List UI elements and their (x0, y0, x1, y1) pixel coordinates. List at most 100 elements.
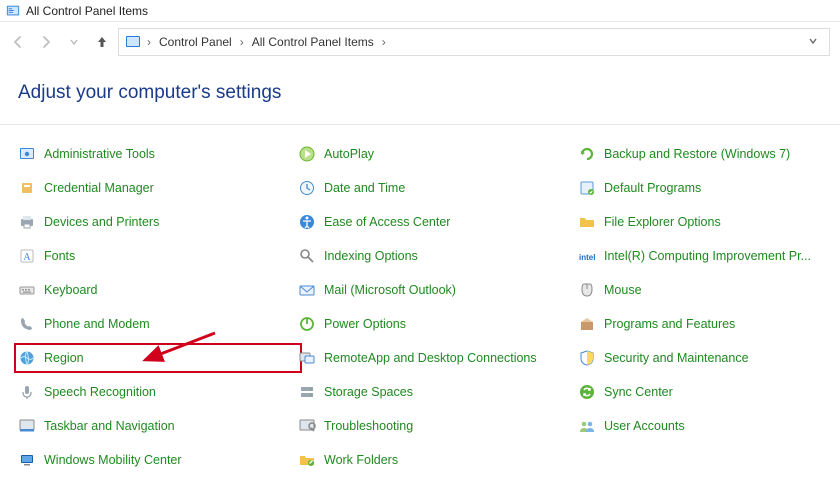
item-label: Storage Spaces (324, 385, 413, 399)
chevron-right-icon[interactable]: › (145, 35, 153, 49)
item-file-explorer-options[interactable]: File Explorer Options (578, 211, 840, 233)
item-label: File Explorer Options (604, 215, 721, 229)
item-label: Keyboard (44, 283, 98, 297)
item-label: Backup and Restore (Windows 7) (604, 147, 790, 161)
breadcrumb-root[interactable]: Control Panel (153, 35, 238, 49)
forward-button[interactable] (34, 30, 58, 54)
address-bar[interactable]: › Control Panel › All Control Panel Item… (118, 28, 830, 56)
backup-icon (578, 145, 596, 163)
item-region[interactable]: Region (14, 343, 302, 373)
item-work-folders[interactable]: Work Folders (298, 449, 578, 471)
mail-icon (298, 281, 316, 299)
phone-icon (18, 315, 36, 333)
breadcrumb-current[interactable]: All Control Panel Items (246, 35, 380, 49)
item-user-accounts[interactable]: User Accounts (578, 415, 840, 437)
defaultprog-icon (578, 179, 596, 197)
item-windows-mobility-center[interactable]: Windows Mobility Center (18, 449, 298, 471)
fileexp-icon (578, 213, 596, 231)
speech-icon (18, 383, 36, 401)
window-title: All Control Panel Items (26, 4, 148, 18)
item-label: Power Options (324, 317, 406, 331)
item-label: Devices and Printers (44, 215, 159, 229)
item-label: User Accounts (604, 419, 685, 433)
taskbar-icon (18, 417, 36, 435)
item-ease-of-access[interactable]: Ease of Access Center (298, 211, 578, 233)
item-label: Fonts (44, 249, 75, 263)
items-grid: Administrative Tools AutoPlay Backup and… (0, 137, 840, 477)
indexing-icon (298, 247, 316, 265)
programs-icon (578, 315, 596, 333)
item-fonts[interactable]: A Fonts (18, 245, 298, 267)
item-storage-spaces[interactable]: Storage Spaces (298, 381, 578, 403)
item-label: Security and Maintenance (604, 351, 749, 365)
item-label: RemoteApp and Desktop Connections (324, 351, 537, 365)
workfolders-icon (298, 451, 316, 469)
item-label: Region (44, 351, 84, 365)
item-security-and-maintenance[interactable]: Security and Maintenance (578, 347, 840, 369)
page-heading: Adjust your computer's settings (0, 62, 840, 124)
address-dropdown[interactable] (799, 35, 827, 50)
back-button[interactable] (6, 30, 30, 54)
mouse-icon (578, 281, 596, 299)
item-label: Taskbar and Navigation (44, 419, 175, 433)
item-keyboard[interactable]: Keyboard (18, 279, 298, 301)
item-credential-manager[interactable]: Credential Manager (18, 177, 298, 199)
item-devices-and-printers[interactable]: Devices and Printers (18, 211, 298, 233)
item-label: Work Folders (324, 453, 398, 467)
credential-icon (18, 179, 36, 197)
item-label: Ease of Access Center (324, 215, 450, 229)
item-label: Mouse (604, 283, 642, 297)
item-power-options[interactable]: Power Options (298, 313, 578, 335)
item-label: Troubleshooting (324, 419, 413, 433)
item-administrative-tools[interactable]: Administrative Tools (18, 143, 298, 165)
sync-icon (578, 383, 596, 401)
recent-dropdown[interactable] (62, 30, 86, 54)
item-label: Indexing Options (324, 249, 418, 263)
item-label: Sync Center (604, 385, 673, 399)
keyboard-icon (18, 281, 36, 299)
chevron-right-icon[interactable]: › (238, 35, 246, 49)
item-speech-recognition[interactable]: Speech Recognition (18, 381, 298, 403)
item-troubleshooting[interactable]: Troubleshooting (298, 415, 578, 437)
up-button[interactable] (90, 30, 114, 54)
control-panel-icon (6, 4, 20, 18)
item-sync-center[interactable]: Sync Center (578, 381, 840, 403)
titlebar: All Control Panel Items (0, 0, 840, 22)
item-label: Mail (Microsoft Outlook) (324, 283, 456, 297)
item-mouse[interactable]: Mouse (578, 279, 840, 301)
item-taskbar-and-navigation[interactable]: Taskbar and Navigation (18, 415, 298, 437)
ease-icon (298, 213, 316, 231)
divider (0, 124, 840, 125)
item-label: Credential Manager (44, 181, 154, 195)
storage-icon (298, 383, 316, 401)
admin-tools-icon (18, 145, 36, 163)
navigation-bar: › Control Panel › All Control Panel Item… (0, 22, 840, 62)
item-remoteapp[interactable]: RemoteApp and Desktop Connections (298, 347, 578, 369)
item-phone-and-modem[interactable]: Phone and Modem (18, 313, 298, 335)
svg-text:A: A (23, 252, 31, 263)
fonts-icon: A (18, 247, 36, 265)
chevron-right-icon[interactable]: › (380, 35, 388, 49)
printers-icon (18, 213, 36, 231)
users-icon (578, 417, 596, 435)
item-autoplay[interactable]: AutoPlay (298, 143, 578, 165)
item-mail[interactable]: Mail (Microsoft Outlook) (298, 279, 578, 301)
item-date-and-time[interactable]: Date and Time (298, 177, 578, 199)
item-programs-and-features[interactable]: Programs and Features (578, 313, 840, 335)
item-backup-and-restore[interactable]: Backup and Restore (Windows 7) (578, 143, 840, 165)
remoteapp-icon (298, 349, 316, 367)
item-indexing-options[interactable]: Indexing Options (298, 245, 578, 267)
mobility-icon (18, 451, 36, 469)
item-intel-computing[interactable]: intel Intel(R) Computing Improvement Pr.… (578, 245, 840, 267)
item-label: Administrative Tools (44, 147, 155, 161)
item-label: Default Programs (604, 181, 701, 195)
item-default-programs[interactable]: Default Programs (578, 177, 840, 199)
item-label: Date and Time (324, 181, 405, 195)
control-panel-icon (125, 34, 141, 50)
item-label: Programs and Features (604, 317, 735, 331)
datetime-icon (298, 179, 316, 197)
svg-text:intel: intel (579, 253, 595, 262)
item-label: Intel(R) Computing Improvement Pr... (604, 249, 811, 263)
autoplay-icon (298, 145, 316, 163)
intel-icon: intel (578, 247, 596, 265)
